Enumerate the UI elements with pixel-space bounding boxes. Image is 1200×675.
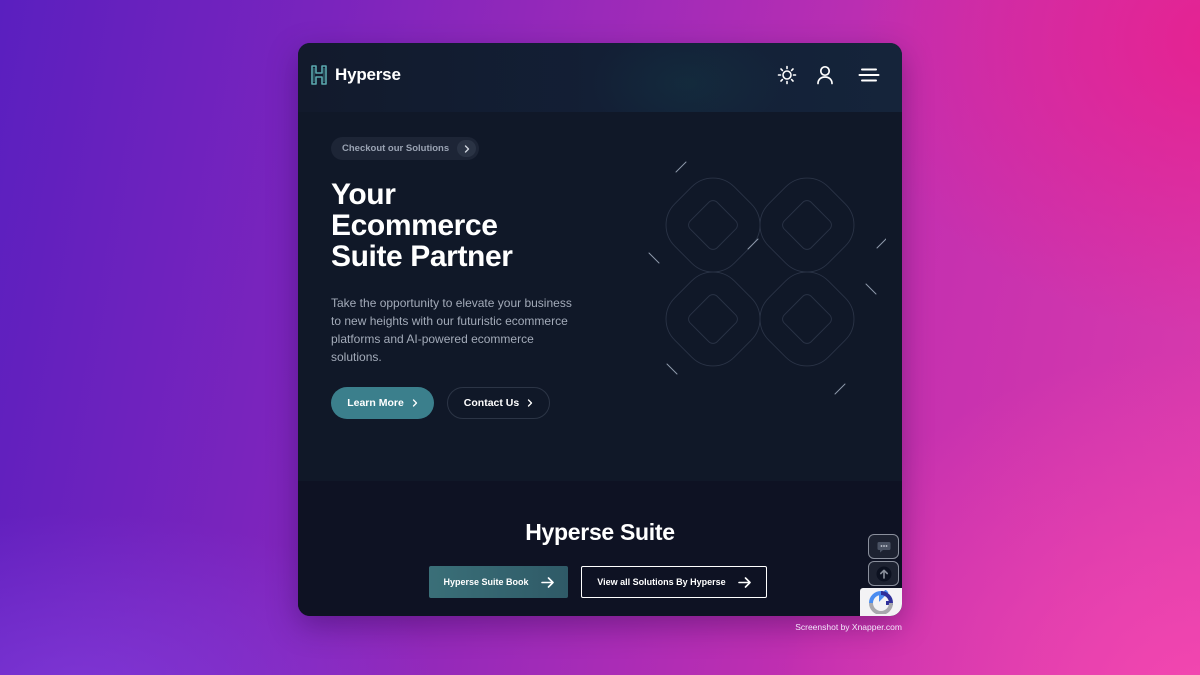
chat-button[interactable] — [868, 534, 899, 559]
knot-inner-ring — [688, 200, 738, 250]
chevron-right-icon — [412, 399, 417, 407]
menu-icon — [858, 68, 880, 82]
arrow-up-icon — [876, 566, 891, 581]
suite-title: Hyperse Suite — [525, 519, 675, 545]
learn-more-label: Learn More — [347, 397, 404, 409]
hero-title-line: Ecommerce — [331, 209, 498, 242]
hero-description: Take the opportunity to elevate your bus… — [331, 296, 572, 364]
logo-h-icon — [311, 65, 327, 85]
account-button[interactable] — [814, 64, 836, 86]
learn-more-button[interactable]: Learn More — [331, 387, 434, 419]
browser-window: Hyperse Checkout our Solutions Your Ecom… — [298, 43, 902, 616]
watermark: Screenshot by Xnapper.com — [795, 622, 902, 632]
header-actions — [776, 64, 880, 86]
knot-highlight — [747, 238, 759, 250]
user-icon — [817, 65, 833, 85]
contact-us-button[interactable]: Contact Us — [447, 387, 550, 419]
knot-outer-ring — [759, 177, 855, 273]
view-all-solutions-button[interactable]: View all Solutions By Hyperse — [581, 566, 767, 598]
hero-title: Your Ecommerce Suite Partner — [331, 179, 591, 272]
knot-outer-ring — [665, 177, 761, 273]
knot-inner-ring — [782, 294, 832, 344]
pill-label: Checkout our Solutions — [342, 143, 450, 154]
scroll-to-top-button[interactable] — [868, 561, 899, 586]
knot-highlight — [675, 161, 687, 173]
suite-book-label: Hyperse Suite Book — [443, 577, 529, 587]
hero-section: Checkout our Solutions Your Ecommerce Su… — [298, 112, 902, 481]
recaptcha-badge[interactable] — [860, 588, 902, 616]
theme-toggle-button[interactable] — [776, 64, 798, 86]
suite-book-button[interactable]: Hyperse Suite Book — [429, 566, 568, 598]
knot-inner-ring — [782, 200, 832, 250]
suite-section: Hyperse Suite Hyperse Suite Book View al… — [298, 481, 902, 616]
view-all-label: View all Solutions By Hyperse — [597, 577, 726, 587]
hero-title-line: Your — [331, 178, 396, 211]
contact-us-label: Contact Us — [463, 397, 520, 409]
brand-logo[interactable]: Hyperse — [310, 64, 401, 86]
knot-illustration — [648, 161, 886, 395]
sun-icon — [777, 65, 797, 85]
site-header: Hyperse — [298, 43, 902, 112]
chat-bubble-icon — [877, 541, 890, 552]
knot-highlight — [876, 238, 886, 249]
solutions-pill-link[interactable]: Checkout our Solutions — [331, 137, 480, 160]
arrow-right-icon — [540, 576, 554, 588]
hero-title-line: Suite Partner — [331, 240, 513, 273]
menu-button[interactable] — [858, 64, 880, 86]
knot-highlight — [834, 383, 846, 395]
knot-highlight — [648, 252, 660, 264]
knot-outer-ring — [665, 271, 761, 367]
knot-highlight — [666, 363, 678, 375]
chevron-right-icon — [457, 140, 477, 157]
arrow-right-icon — [737, 576, 751, 588]
knot-outer-ring — [759, 271, 855, 367]
knot-highlight — [865, 283, 877, 295]
chevron-right-icon — [528, 399, 533, 407]
brand-name: Hyperse — [335, 65, 401, 84]
recaptcha-icon — [869, 590, 894, 614]
knot-inner-ring — [688, 294, 738, 344]
